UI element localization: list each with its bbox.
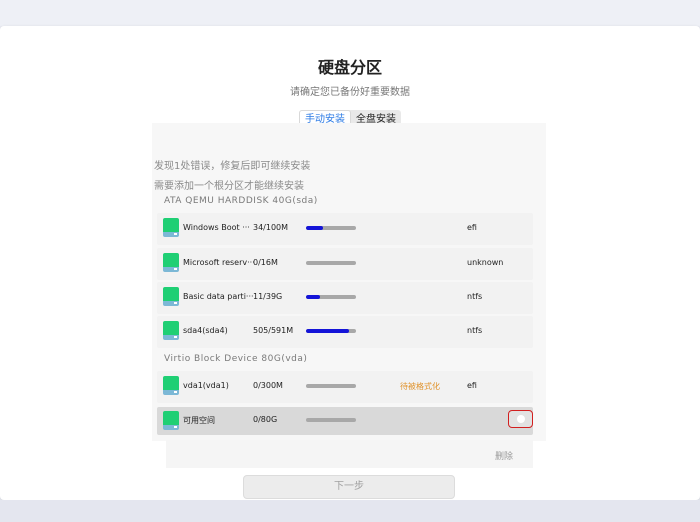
- partition-name: 可用空间: [183, 416, 215, 425]
- page-subtitle: 请确定您已备份好重要数据: [290, 87, 410, 98]
- usage-bar: [306, 329, 356, 333]
- disk-icon: [163, 218, 179, 237]
- window-bottom-bar: [0, 500, 700, 522]
- disk-label-sda: ATA QEMU HARDDISK 40G(sda): [164, 196, 318, 206]
- error-message: 发现1处错误，修复后即可继续安装: [154, 161, 311, 172]
- partition-name: vda1(vda1): [183, 381, 229, 390]
- partition-size: 0/300M: [253, 381, 283, 390]
- partition-name: Windows Boot ···: [183, 223, 250, 232]
- partition-row[interactable]: vda1(vda1) 0/300M 待被格式化 efi: [157, 371, 533, 403]
- usage-bar-fill: [306, 295, 320, 299]
- partition-size: 0/16M: [253, 258, 278, 267]
- add-partition-button[interactable]: [508, 410, 533, 428]
- partition-filesystem: unknown: [467, 258, 504, 267]
- disk-icon: [163, 411, 179, 430]
- partition-row[interactable]: Microsoft reserv··· 0/16M unknown: [157, 248, 533, 280]
- partition-row[interactable]: sda4(sda4) 505/591M ntfs: [157, 316, 533, 348]
- partition-size: 11/39G: [253, 292, 283, 301]
- usage-bar-fill: [306, 329, 349, 333]
- partition-name: sda4(sda4): [183, 326, 228, 335]
- disk-label-vda: Virtio Block Device 80G(vda): [164, 354, 308, 364]
- disk-icon: [163, 321, 179, 340]
- partition-filesystem: ntfs: [467, 326, 483, 335]
- partition-filesystem: efi: [467, 381, 477, 390]
- usage-bar: [306, 261, 356, 265]
- usage-bar: [306, 384, 356, 388]
- error-message: 需要添加一个根分区才能继续安装: [154, 181, 304, 192]
- partition-filesystem: efi: [467, 223, 477, 232]
- usage-bar: [306, 295, 356, 299]
- page-title: 硬盘分区: [317, 58, 382, 77]
- partition-name: Microsoft reserv···: [183, 258, 255, 267]
- next-button[interactable]: 下一步: [243, 475, 455, 499]
- disk-icon: [163, 253, 179, 272]
- window-top-bar: [0, 0, 700, 26]
- partition-action-bar: 删除: [166, 440, 533, 468]
- delete-button[interactable]: 删除: [495, 449, 513, 462]
- partition-size: 505/591M: [253, 326, 294, 335]
- partition-row[interactable]: Windows Boot ··· 34/100M efi: [157, 213, 533, 245]
- partition-size: 34/100M: [253, 223, 289, 232]
- add-partition-icon: [517, 415, 525, 423]
- disk-icon: [163, 376, 179, 395]
- partition-filesystem: ntfs: [467, 292, 483, 301]
- usage-bar: [306, 418, 356, 422]
- partition-row-selected[interactable]: 可用空间 0/80G: [157, 407, 533, 435]
- usage-bar: [306, 226, 356, 230]
- usage-bar-fill: [306, 226, 323, 230]
- partition-name: Basic data parti···: [183, 292, 254, 301]
- disk-icon: [163, 287, 179, 306]
- partition-status: 待被格式化: [400, 382, 440, 391]
- partition-size: 0/80G: [253, 415, 278, 424]
- partition-row[interactable]: Basic data parti··· 11/39G ntfs: [157, 282, 533, 314]
